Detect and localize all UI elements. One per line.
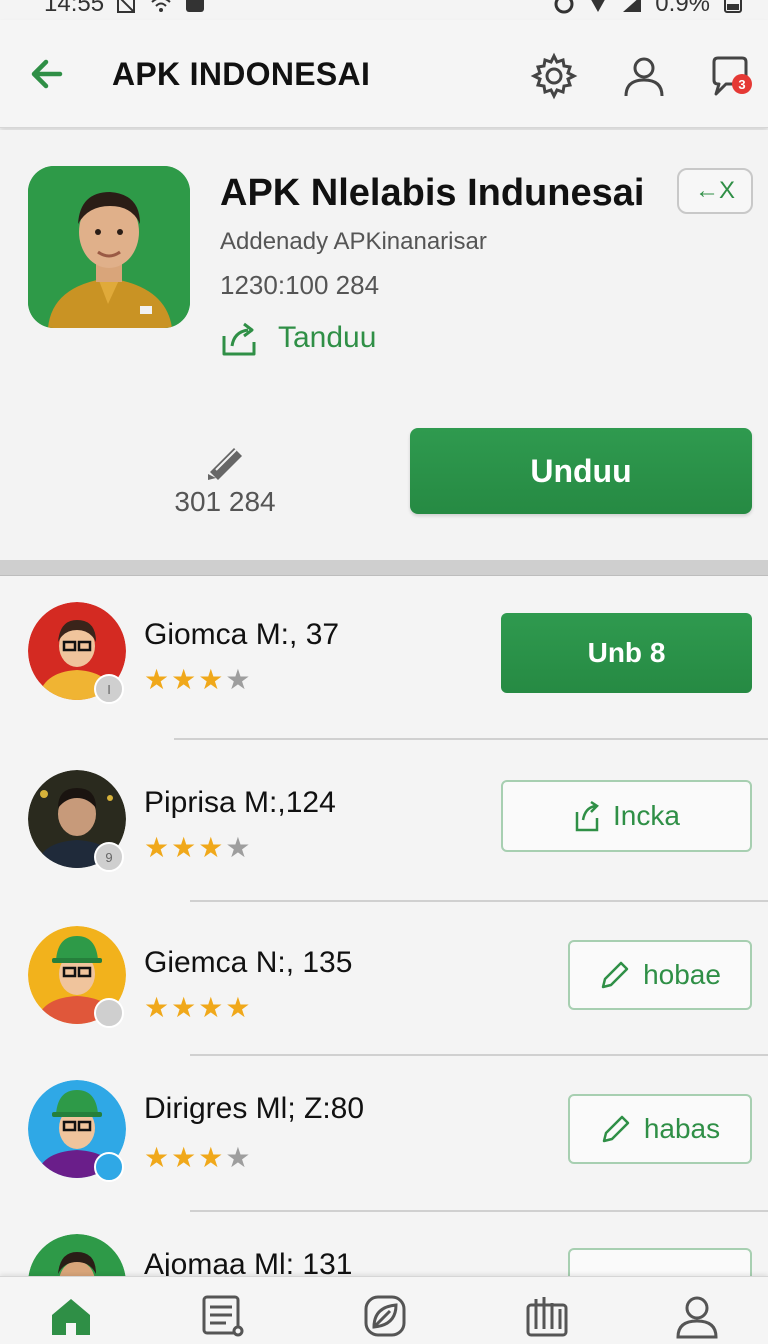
item-action-label: Incka (613, 800, 680, 831)
page-title: APK INDONESAI (112, 56, 371, 92)
notification-badge: 3 (732, 74, 752, 94)
share-icon (222, 322, 256, 356)
cell-icon (623, 0, 642, 12)
item-name: Giomca M:, 37 (144, 618, 340, 651)
avatar: 9 (28, 770, 126, 872)
app-number: 1230:100 284 (220, 270, 380, 300)
wifi-icon (151, 0, 171, 12)
item-action-button[interactable]: hobae (568, 940, 752, 1010)
app-bar: APK INDONESAI 3 (0, 20, 768, 128)
avatar-badge (94, 1152, 124, 1182)
rating-stars: ★ ★ ★ ★ (144, 994, 250, 1022)
avatar (28, 926, 126, 1028)
app-detail-card: APK Nlelabis Indunesai ←X Addenady APKin… (0, 130, 768, 560)
star-icon: ★ (198, 832, 224, 863)
status-time: 14:55 (44, 0, 105, 17)
item-action-button[interactable]: habas (568, 1094, 752, 1164)
rating-stars: ★ ★ ★ ★ (144, 834, 250, 862)
list-item[interactable]: I Giomca M:, 37 ★ ★ ★ ★ Unb 8 (0, 594, 768, 754)
user-icon[interactable] (620, 52, 668, 100)
document-icon[interactable] (200, 1293, 246, 1339)
list-item[interactable]: Ajomaa Ml: 131 (0, 1226, 768, 1276)
star-icon: ★ (144, 832, 170, 863)
item-action-label: habas (643, 1113, 721, 1144)
star-icon: ★ (144, 992, 170, 1023)
avatar (28, 1080, 126, 1182)
list-divider (190, 1054, 768, 1056)
app-name: APK Nlelabis Indunesai (220, 172, 645, 214)
item-action-button[interactable] (568, 1248, 752, 1276)
item-name: Ajomaa Ml: 131 (144, 1248, 353, 1276)
app-icon-portrait (28, 166, 190, 328)
item-action-button[interactable]: Incka (501, 780, 752, 852)
status-right: 0.9% (553, 0, 744, 18)
avatar-badge: 9 (94, 842, 124, 872)
rating-stars: ★ ★ ★ ★ (144, 1144, 250, 1172)
profile-icon[interactable] (674, 1293, 720, 1339)
no-sim-icon (117, 0, 136, 13)
list-item[interactable]: 9 Piprisa M:,124 ★ ★ ★ ★ Incka (0, 762, 768, 922)
share-label: Tanduu (278, 321, 377, 354)
edit-icon (601, 961, 629, 989)
item-name: Piprisa M:,124 (144, 786, 336, 819)
status-left: 14:55 (44, 0, 206, 18)
edit-icon (602, 1115, 630, 1143)
exit-button[interactable]: ←X (677, 168, 753, 214)
gear-icon[interactable] (530, 52, 578, 100)
rating-stars: ★ ★ ★ ★ (144, 666, 250, 694)
star-icon: ★ (171, 832, 197, 863)
download-button[interactable]: Unduu (410, 428, 752, 514)
signal-icon (591, 0, 606, 12)
download-count-value: 301 284 (174, 486, 276, 517)
alarm-icon (554, 0, 574, 14)
star-icon: ★ (171, 664, 197, 695)
app-icon (28, 166, 190, 328)
share-icon (575, 800, 599, 832)
star-icon: ★ (171, 992, 197, 1023)
star-icon: ★ (171, 1142, 197, 1173)
list-item[interactable]: Dirigres Ml; Z:80 ★ ★ ★ ★ habas (0, 1072, 768, 1232)
download-count: 301 284 (150, 440, 300, 518)
star-icon: ★ (198, 992, 224, 1023)
avatar-badge (94, 998, 124, 1028)
star-icon: ★ (225, 664, 251, 695)
list-divider (190, 900, 768, 902)
avatar-image (28, 1234, 126, 1276)
star-icon: ★ (198, 1142, 224, 1173)
arrow-left-icon[interactable] (26, 54, 66, 94)
star-icon: ★ (225, 1142, 251, 1173)
item-name: Giemca N:, 135 (144, 946, 353, 979)
star-icon: ★ (144, 664, 170, 695)
section-divider (0, 560, 768, 576)
item-action-label: Unb 8 (587, 637, 666, 668)
app-developer: Addenady APKinanarisar (220, 228, 487, 255)
status-bar: 14:55 0.9% (0, 0, 768, 20)
share-link[interactable]: Tanduu (220, 320, 376, 356)
item-action-label: hobae (643, 959, 721, 990)
battery-icon (724, 0, 742, 13)
bottom-navigation (0, 1276, 768, 1344)
star-icon: ★ (198, 664, 224, 695)
chart-icon[interactable] (524, 1293, 570, 1339)
item-name: Dirigres Ml; Z:80 (144, 1092, 365, 1125)
avatar: I (28, 602, 126, 704)
home-icon[interactable] (48, 1293, 94, 1339)
list-divider (174, 738, 768, 740)
list-divider (190, 1210, 768, 1212)
pen-icon (208, 448, 242, 480)
star-icon: ★ (225, 992, 251, 1023)
leaf-icon[interactable] (362, 1293, 408, 1339)
avatar-badge: I (94, 674, 124, 704)
star-icon: ★ (144, 1142, 170, 1173)
star-icon: ★ (225, 832, 251, 863)
user-list: I Giomca M:, 37 ★ ★ ★ ★ Unb 8 9 Piprisa (0, 576, 768, 1276)
edit-status-icon (186, 0, 205, 12)
item-action-button[interactable]: Unb 8 (501, 613, 752, 693)
list-item[interactable]: Giemca N:, 135 ★ ★ ★ ★ hobae (0, 922, 768, 1082)
avatar (28, 1234, 126, 1276)
battery-percent: 0.9% (655, 0, 710, 17)
